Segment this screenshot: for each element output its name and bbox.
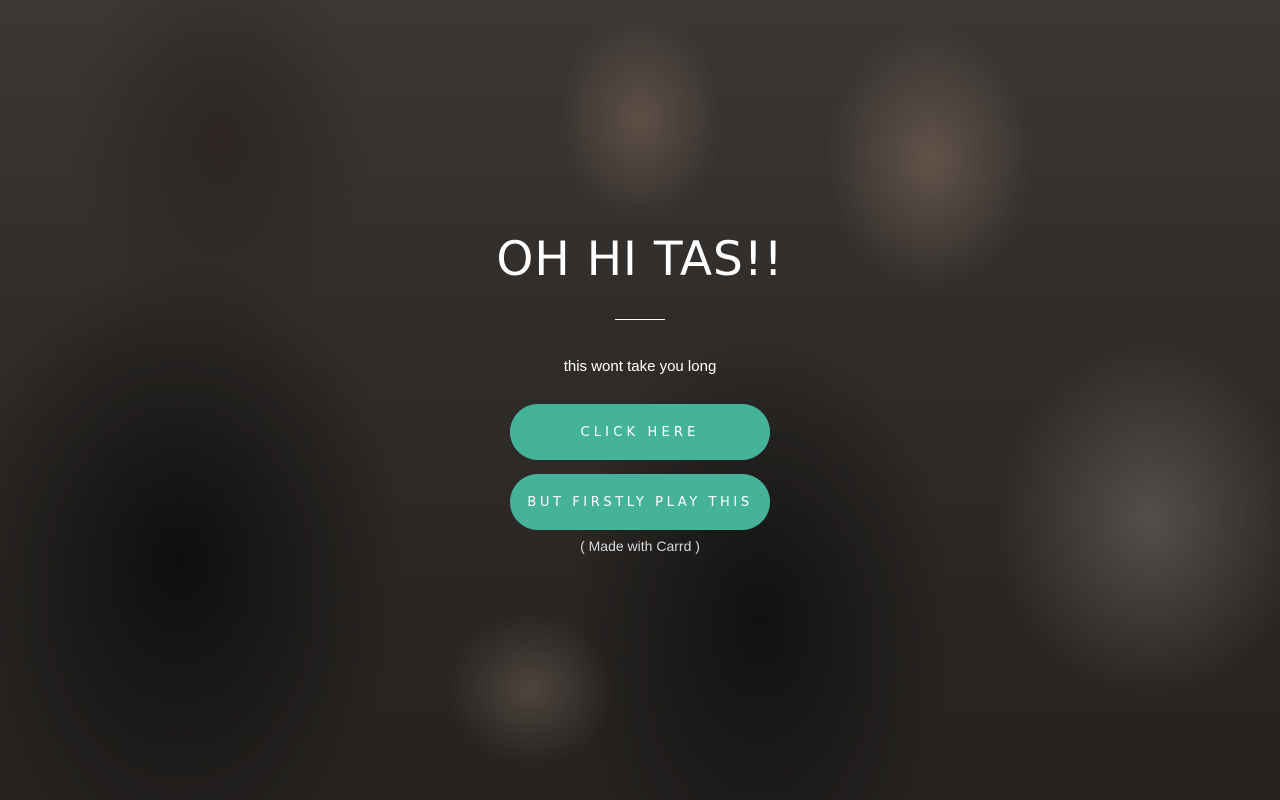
click-here-button[interactable]: CLICK HERE	[510, 404, 770, 460]
page-title: OH HI TAS!!	[496, 232, 784, 287]
made-with-carrd-link[interactable]: ( Made with Carrd )	[580, 538, 700, 554]
play-this-button[interactable]: BUT FIRSTLY PLAY THIS	[510, 474, 770, 530]
page-subtitle: this wont take you long	[563, 358, 717, 375]
page: OH HI TAS!! this wont take you long CLIC…	[0, 0, 1280, 800]
title-divider	[615, 319, 665, 320]
main-content: OH HI TAS!! this wont take you long CLIC…	[0, 230, 1280, 554]
